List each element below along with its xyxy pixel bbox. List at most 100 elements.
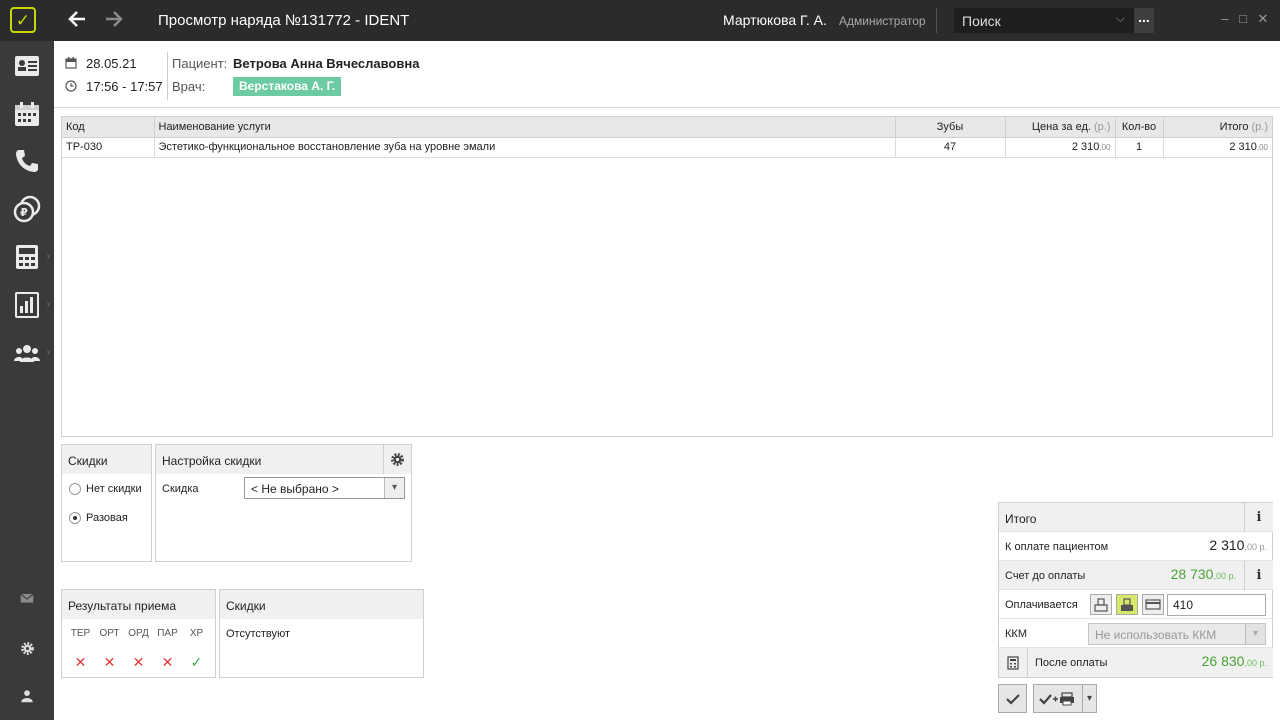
column-header-price[interactable]: Цена за ед. (р.): [1005, 117, 1116, 138]
sidebar-item-staff[interactable]: ›: [0, 330, 54, 376]
column-header-qty[interactable]: Кол-во: [1115, 117, 1164, 138]
kkm-select: Не использовать ККМ ▾: [1088, 623, 1266, 645]
discount-select[interactable]: < Не выбрано > ▾: [244, 477, 405, 499]
sidebar-item-calls[interactable]: [0, 138, 54, 184]
after-payment-kopecks: ,00 р.: [1244, 658, 1267, 668]
sidebar-item-settings[interactable]: [0, 625, 54, 671]
user-name[interactable]: Мартюкова Г. А.: [723, 12, 827, 28]
close-button[interactable]: ✕: [1256, 11, 1270, 27]
discount-settings-title: Настройка скидки: [156, 445, 411, 474]
price-kopecks: ,00: [1099, 143, 1111, 152]
calculator-icon[interactable]: [999, 648, 1028, 677]
cell-total: 2 310,00: [1163, 137, 1272, 158]
search-placeholder: Поиск: [962, 13, 1001, 29]
print-options-dropdown[interactable]: ▾: [1082, 684, 1097, 713]
after-payment-row: После оплаты 26 830,00 р.: [999, 648, 1273, 677]
discounts-info-title: Скидки: [220, 590, 423, 619]
paying-label: Оплачивается: [1005, 599, 1078, 611]
search-input[interactable]: Поиск ⌵: [954, 8, 1134, 33]
confirm-and-print-button[interactable]: [1033, 684, 1083, 713]
kkm-label: ККМ: [1005, 628, 1027, 640]
forward-arrow-icon[interactable]: [101, 8, 127, 32]
sidebar-item-reports[interactable]: ›: [0, 282, 54, 328]
sidebar-item-schedule[interactable]: [0, 91, 54, 137]
calendar-small-icon: [65, 57, 77, 69]
result-col-ter: ТЕР: [70, 628, 91, 639]
info-icon[interactable]: i: [1244, 561, 1273, 590]
discount-select-value: < Не выбрано >: [251, 482, 339, 496]
result-par-cross-icon[interactable]: ✕: [153, 654, 182, 671]
sidebar-item-finance[interactable]: ₽: [0, 186, 54, 232]
cell-price: 2 310,00: [1005, 137, 1116, 158]
doctor-label: Врач:: [172, 79, 206, 94]
patient-label: Пациент:: [172, 56, 228, 71]
back-arrow-icon[interactable]: [64, 8, 90, 32]
sidebar-item-messages[interactable]: [0, 575, 54, 621]
users-group-icon: [14, 345, 40, 362]
totals-panel: Итого i К оплате пациентом 2 310,00 р. С…: [998, 502, 1273, 678]
clock-icon: [65, 80, 77, 92]
cash-register-icon[interactable]: [1090, 594, 1112, 615]
doctor-badge[interactable]: Верстакова А. Г.: [233, 77, 342, 96]
after-payment-value: 26 830,00 р.: [1202, 653, 1267, 669]
column-header-code[interactable]: Код: [62, 117, 155, 138]
patient-name[interactable]: Ветрова Анна Вячеславовна: [233, 56, 419, 71]
gear-icon: [391, 453, 404, 466]
chevron-right-icon: ›: [46, 251, 50, 262]
svg-text:₽: ₽: [20, 206, 28, 219]
gear-icon: [20, 641, 34, 655]
column-header-teeth[interactable]: Зубы: [895, 117, 1006, 138]
result-col-hr: ХР: [189, 628, 204, 639]
result-hr-check-icon[interactable]: ✓: [182, 654, 211, 671]
radio-no-discount-label[interactable]: Нет скидки: [86, 483, 142, 495]
discount-settings-button[interactable]: [383, 445, 411, 474]
minimize-button[interactable]: –: [1218, 11, 1232, 26]
cell-service-name: Эстетико-функциональное восстановление з…: [154, 137, 896, 158]
chevron-down-icon[interactable]: ⌵: [1116, 11, 1125, 26]
maximize-button[interactable]: □: [1236, 11, 1250, 26]
column-header-service[interactable]: Наименование услуги: [154, 117, 896, 138]
result-col-ort: ОРТ: [99, 628, 120, 639]
sidebar-item-cashbox[interactable]: ›: [0, 234, 54, 280]
payment-amount-input[interactable]: 410: [1167, 594, 1266, 616]
chevron-right-icon: ›: [46, 347, 50, 358]
discounts-title: Скидки: [62, 445, 151, 474]
cash-register-active-icon[interactable]: [1116, 594, 1138, 615]
result-ter-cross-icon[interactable]: ✕: [66, 654, 95, 671]
chevron-down-icon: ▾: [1245, 624, 1265, 644]
chevron-down-icon[interactable]: ▾: [384, 478, 404, 498]
confirm-button[interactable]: [998, 684, 1027, 713]
card-payment-icon[interactable]: [1142, 594, 1164, 615]
ruble-coins-icon: ₽: [13, 195, 41, 223]
result-ort-cross-icon[interactable]: ✕: [95, 654, 124, 671]
to-pay-amount: 2 310: [1209, 537, 1245, 553]
result-col-par: ПАР: [157, 628, 178, 639]
radio-one-time-label[interactable]: Разовая: [86, 512, 128, 524]
app-logo[interactable]: ✓: [10, 7, 36, 33]
price-header-label: Цена за ед.: [1031, 120, 1091, 133]
sidebar-item-patients[interactable]: [0, 43, 54, 89]
to-pay-value: 2 310,00 р.: [1209, 537, 1267, 553]
sidebar-item-profile[interactable]: [0, 673, 54, 719]
chevron-right-icon: ›: [46, 299, 50, 310]
table-row[interactable]: ТР-030 Эстетико-функциональное восстанов…: [62, 137, 1272, 158]
cell-qty: 1: [1115, 137, 1164, 158]
search-more-button[interactable]: ...: [1134, 8, 1154, 33]
window-title: Просмотр наряда №131772 - IDENT: [158, 12, 410, 29]
total-kopecks: ,00: [1256, 143, 1268, 152]
radio-no-discount[interactable]: [69, 483, 81, 495]
discounts-info-text: Отсутствуют: [226, 628, 291, 640]
check-icon: [1005, 693, 1020, 705]
info-icon[interactable]: i: [1244, 503, 1273, 532]
column-header-total[interactable]: Итого (р.): [1163, 117, 1272, 138]
radio-one-time-discount[interactable]: [69, 512, 81, 524]
result-ord-cross-icon[interactable]: ✕: [124, 654, 153, 671]
title-bar: ✓ Просмотр наряда №131772 - IDENT Мартюк…: [0, 0, 1280, 41]
calendar-icon: [15, 102, 39, 126]
chevron-down-icon: ▾: [1086, 693, 1093, 704]
kkm-select-value: Не использовать ККМ: [1095, 628, 1217, 642]
divider: [167, 52, 168, 100]
total-value: 2 310: [1229, 141, 1257, 153]
to-pay-label: К оплате пациентом: [1005, 541, 1109, 553]
account-before-label: Счет до оплаты: [1005, 570, 1086, 582]
